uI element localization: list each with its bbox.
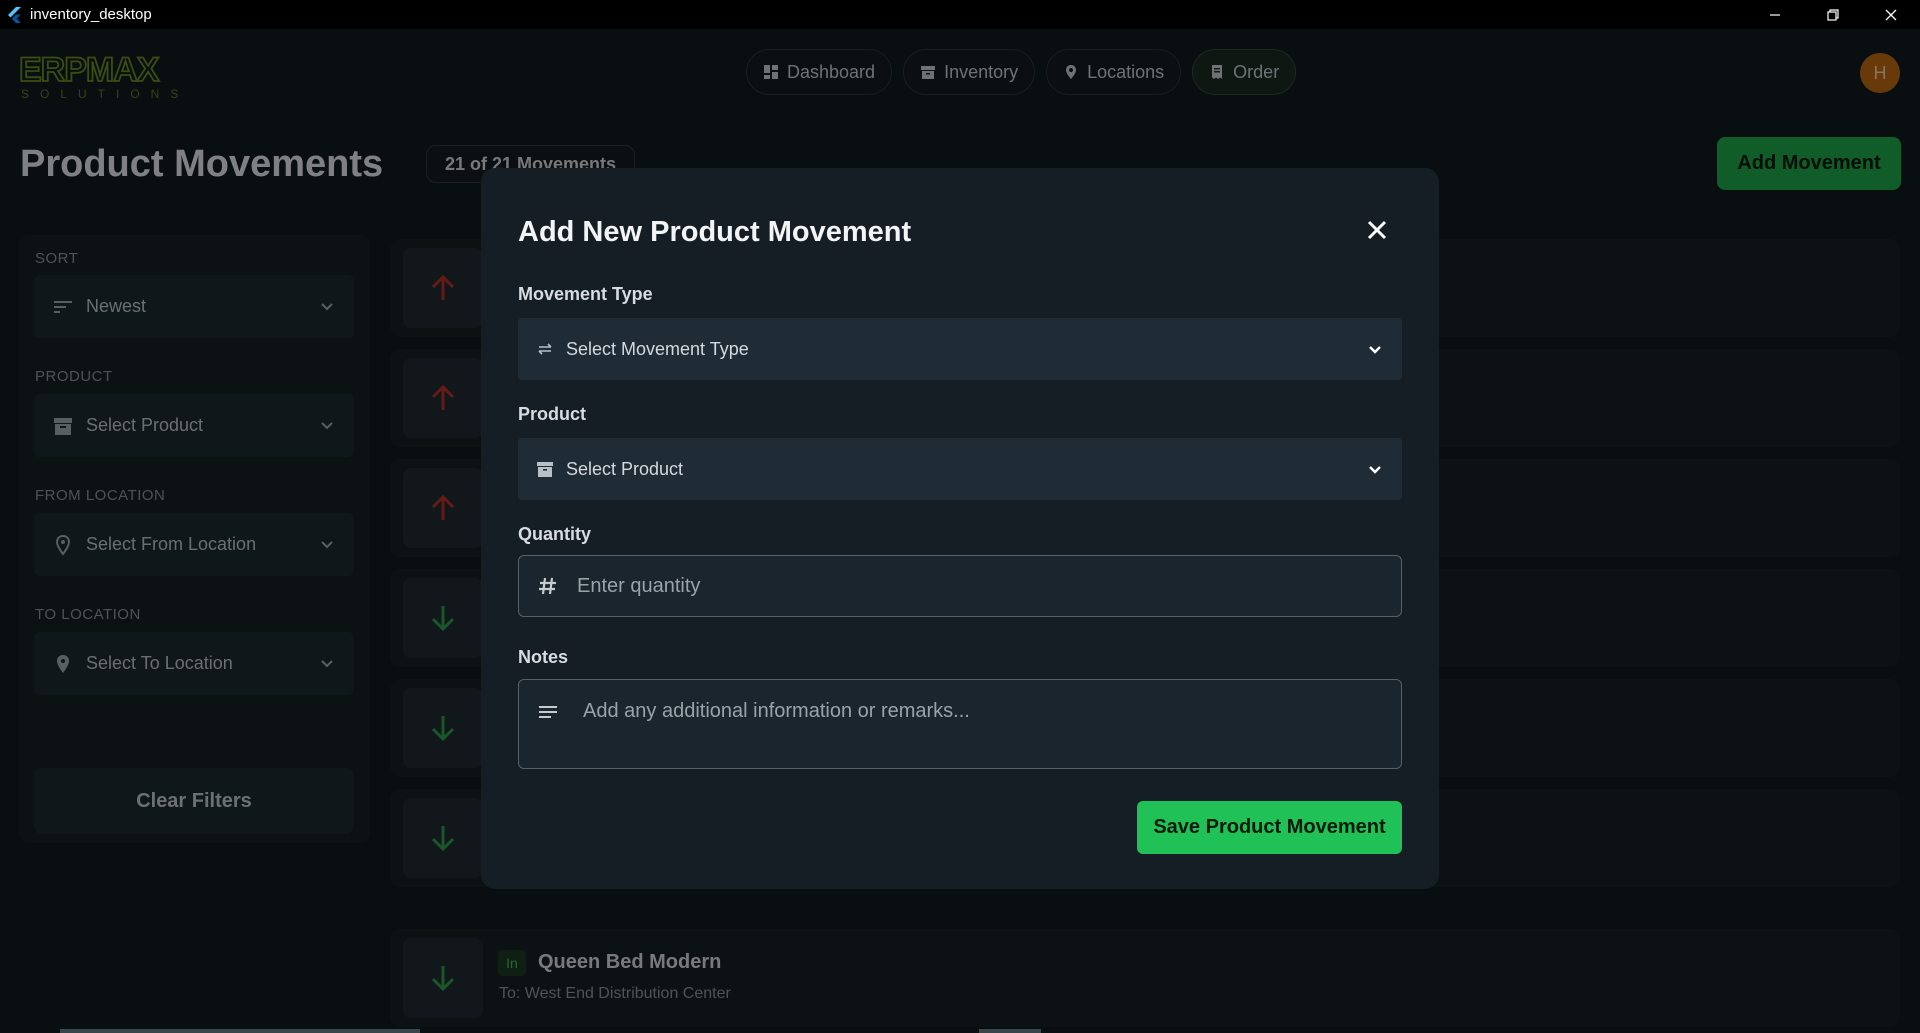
- minimize-icon: [1770, 13, 1780, 16]
- close-icon: [1885, 9, 1897, 20]
- dialog-title: Add New Product Movement: [518, 216, 912, 248]
- close-window-button[interactable]: [1862, 0, 1920, 29]
- restore-button[interactable]: [1804, 0, 1862, 29]
- window-titlebar: inventory_desktop: [0, 0, 1920, 29]
- scroll-indicator[interactable]: [979, 1029, 1041, 1033]
- add-movement-dialog: Add New Product Movement Movement Type S…: [481, 168, 1439, 889]
- notes-placeholder: Add any additional information or remark…: [583, 700, 970, 722]
- horizontal-scrollbar-thumb[interactable]: [60, 1029, 420, 1033]
- swap-arrows-icon: [538, 343, 552, 355]
- movement-type-select[interactable]: Select Movement Type: [518, 318, 1402, 380]
- product-select[interactable]: Select Product: [518, 438, 1402, 500]
- close-dialog-icon[interactable]: [1363, 216, 1391, 244]
- hash-icon: [539, 577, 556, 595]
- window-title: inventory_desktop: [30, 6, 152, 23]
- product-placeholder: Select Product: [566, 458, 684, 479]
- notes-lines-icon: [539, 706, 557, 718]
- quantity-placeholder: Enter quantity: [577, 574, 701, 597]
- flutter-icon: [8, 6, 21, 23]
- quantity-label: Quantity: [518, 524, 592, 544]
- save-movement-button[interactable]: Save Product Movement: [1137, 801, 1402, 854]
- chevron-down-icon: [1369, 346, 1381, 354]
- quantity-input[interactable]: Enter quantity: [518, 555, 1402, 617]
- movement-type-label: Movement Type: [518, 284, 653, 304]
- chevron-down-icon: [1369, 466, 1381, 474]
- minimize-button[interactable]: [1746, 0, 1804, 29]
- archive-icon: [537, 462, 553, 477]
- notes-label: Notes: [518, 647, 569, 667]
- notes-textarea[interactable]: Add any additional information or remark…: [518, 679, 1402, 769]
- product-label: Product: [518, 404, 587, 424]
- movement-type-placeholder: Select Movement Type: [566, 338, 749, 359]
- restore-icon: [1827, 8, 1839, 21]
